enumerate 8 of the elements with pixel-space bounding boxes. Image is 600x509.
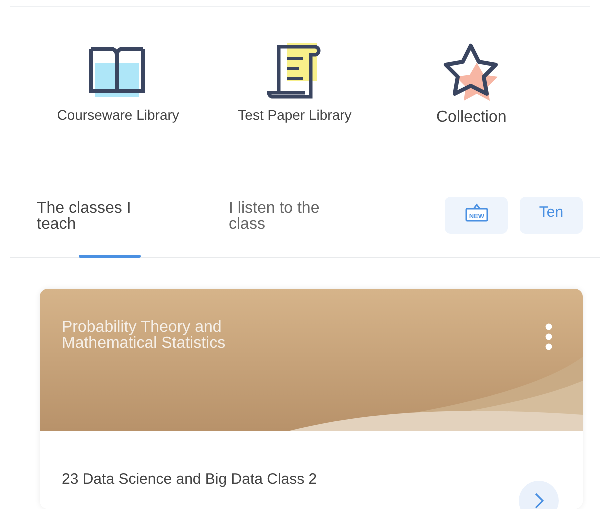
shortcut-item[interactable]: Collection [392, 43, 552, 131]
class-name: 23 Data Science and Big Data Class 2 [62, 471, 318, 488]
class-tab[interactable]: The classes I teach [10, 197, 202, 257]
class-tab[interactable]: I listen to the class [202, 197, 392, 257]
course-card[interactable]: Probability Theory and Mathematical Statistics 23 Data Science and Big Data Class 2 [40, 289, 583, 509]
shortcut-item[interactable]: Test Paper Library [214, 43, 375, 131]
course-title: Probability Theory and Mathematical Statistics [62, 320, 227, 352]
shortcut-item[interactable]: Courseware Library [38, 43, 198, 131]
